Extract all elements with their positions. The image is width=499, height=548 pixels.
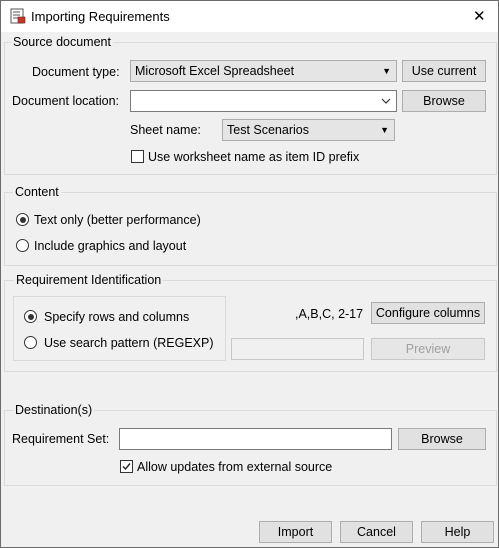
document-location-input[interactable] (130, 90, 397, 112)
sheet-name-dropdown[interactable]: Test Scenarios ▼ (222, 119, 395, 141)
worksheet-prefix-checkbox[interactable] (131, 150, 144, 163)
sheet-name-value: Test Scenarios (227, 123, 309, 137)
text-only-radio[interactable] (16, 213, 29, 226)
destination-legend: Destination(s) (13, 402, 95, 418)
search-pattern-input (231, 338, 364, 360)
search-pattern-radio[interactable] (24, 336, 37, 349)
browse-document-button[interactable]: Browse (402, 90, 486, 112)
source-document-legend: Source document (11, 34, 113, 50)
allow-updates-label: Allow updates from external source (137, 460, 333, 474)
content-legend: Content (13, 184, 61, 200)
document-type-label: Document type: (32, 65, 120, 79)
include-graphics-label: Include graphics and layout (34, 239, 187, 253)
identification-method-panel (13, 296, 226, 361)
use-current-button[interactable]: Use current (402, 60, 486, 82)
columns-summary: ,A,B,C, 2-17 (295, 307, 364, 321)
preview-button: Preview (371, 338, 485, 360)
worksheet-prefix-label: Use worksheet name as item ID prefix (148, 150, 360, 164)
requirement-set-label: Requirement Set: (12, 432, 110, 446)
dropdown-arrow-icon: ▼ (382, 66, 391, 76)
checkmark-icon (122, 463, 131, 471)
requirement-set-input[interactable] (119, 428, 392, 450)
requirements-app-icon (10, 8, 26, 24)
allow-updates-checkbox[interactable] (120, 460, 133, 473)
document-type-dropdown[interactable]: Microsoft Excel Spreadsheet ▼ (130, 60, 397, 82)
specify-rows-columns-label: Specify rows and columns (44, 310, 190, 324)
close-icon[interactable]: ✕ (473, 7, 486, 25)
dropdown-arrow-icon: ▼ (380, 125, 389, 135)
cancel-button[interactable]: Cancel (340, 521, 413, 543)
configure-columns-button[interactable]: Configure columns (371, 302, 485, 324)
content-group (4, 192, 497, 266)
text-only-label: Text only (better performance) (34, 213, 201, 227)
import-button[interactable]: Import (259, 521, 332, 543)
window-title: Importing Requirements (31, 9, 170, 24)
search-pattern-label: Use search pattern (REGEXP) (44, 336, 214, 350)
chevron-down-icon[interactable] (381, 95, 391, 109)
requirement-identification-legend: Requirement Identification (14, 272, 164, 288)
sheet-name-label: Sheet name: (130, 123, 201, 137)
specify-rows-columns-radio[interactable] (24, 310, 37, 323)
document-location-label: Document location: (12, 94, 120, 108)
help-button[interactable]: Help (421, 521, 494, 543)
import-dialog: Importing Requirements ✕ Source document… (0, 0, 499, 548)
document-type-value: Microsoft Excel Spreadsheet (135, 64, 295, 78)
include-graphics-radio[interactable] (16, 239, 29, 252)
title-bar: Importing Requirements ✕ (1, 1, 498, 32)
browse-requirement-set-button[interactable]: Browse (398, 428, 486, 450)
